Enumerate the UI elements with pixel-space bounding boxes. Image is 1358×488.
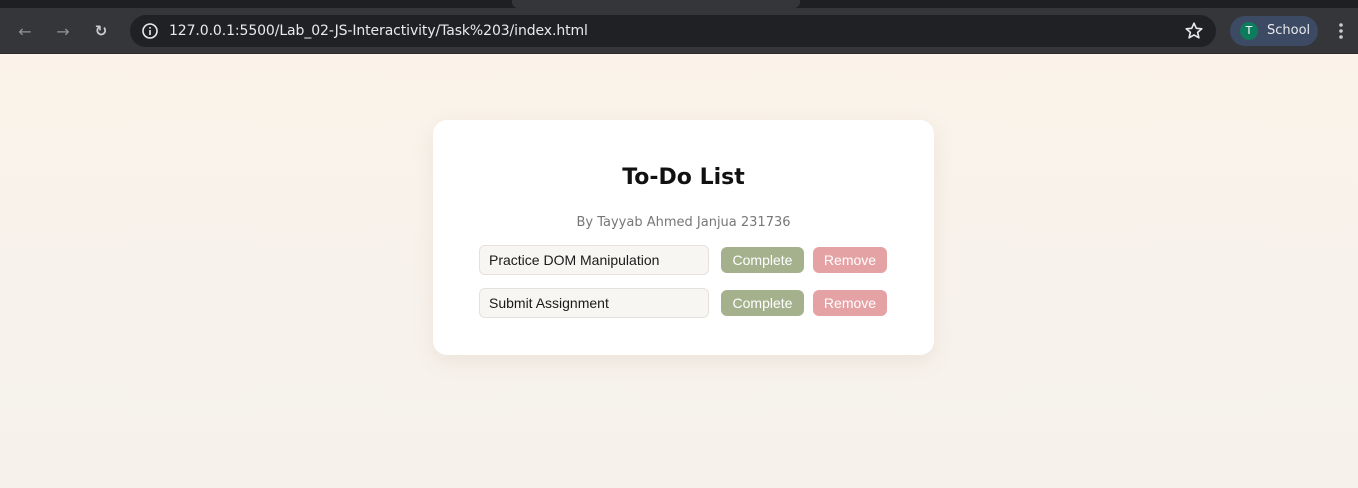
task-item: Submit Assignment Complete Remove: [479, 288, 899, 320]
task-text: Practice DOM Manipulation: [479, 245, 709, 275]
profile-button[interactable]: T School: [1230, 16, 1318, 46]
remove-button[interactable]: Remove: [813, 290, 887, 316]
complete-button[interactable]: Complete: [721, 247, 804, 273]
active-tab[interactable]: [512, 0, 800, 8]
task-item: Practice DOM Manipulation Complete Remov…: [479, 245, 899, 277]
reload-icon[interactable]: ↻: [89, 19, 113, 43]
tab-strip: [0, 0, 1358, 8]
profile-name: School: [1267, 23, 1311, 38]
author-subtitle: By Tayyab Ahmed Janjua 231736: [576, 215, 791, 230]
remove-button[interactable]: Remove: [813, 247, 887, 273]
page-viewport: To-Do List By Tayyab Ahmed Janjua 231736…: [0, 54, 1358, 488]
todo-card: To-Do List By Tayyab Ahmed Janjua 231736…: [433, 120, 934, 355]
complete-button[interactable]: Complete: [721, 290, 804, 316]
forward-icon[interactable]: →: [51, 19, 75, 43]
address-bar[interactable]: 127.0.0.1:5500/Lab_02-JS-Interactivity/T…: [130, 15, 1216, 47]
info-icon[interactable]: [141, 22, 159, 40]
back-icon[interactable]: ←: [13, 19, 37, 43]
avatar: T: [1240, 22, 1258, 40]
task-text: Submit Assignment: [479, 288, 709, 318]
page-title: To-Do List: [622, 165, 745, 190]
star-icon[interactable]: [1184, 21, 1204, 41]
url-text[interactable]: 127.0.0.1:5500/Lab_02-JS-Interactivity/T…: [169, 23, 588, 39]
menu-icon[interactable]: [1331, 20, 1351, 42]
browser-toolbar: ← → ↻ 127.0.0.1:5500/Lab_02-JS-Interacti…: [0, 8, 1358, 54]
